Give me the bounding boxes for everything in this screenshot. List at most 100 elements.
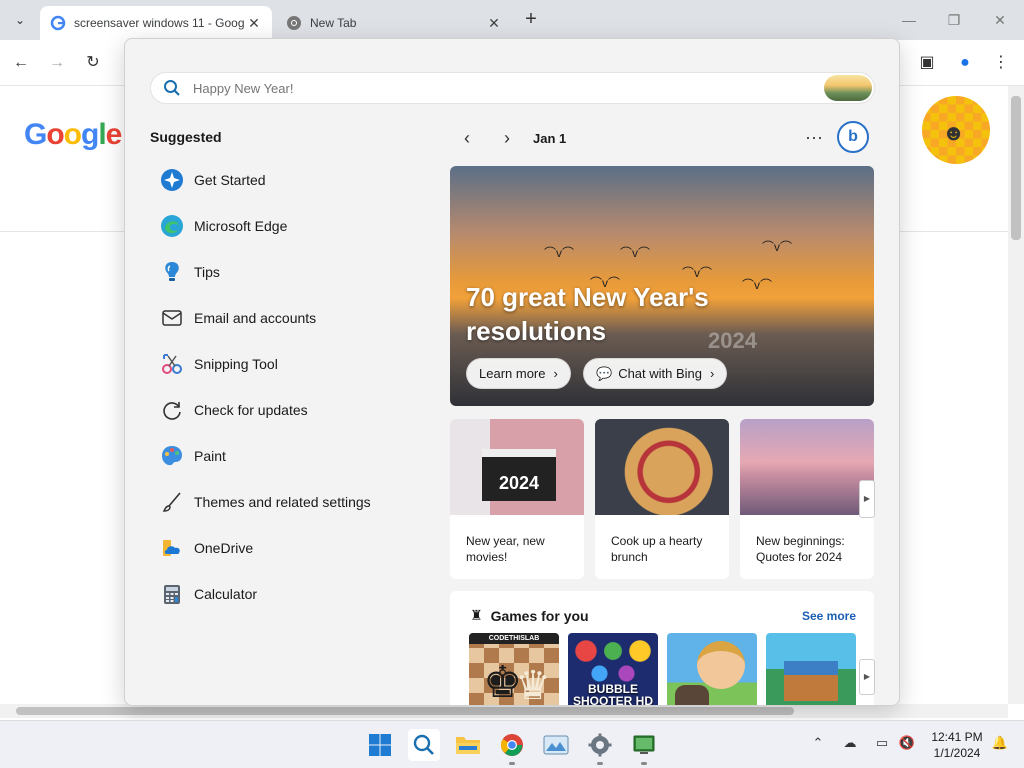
more-menu-icon[interactable]: ⋮ bbox=[988, 50, 1014, 76]
chess-queen-icon: ♛ bbox=[515, 664, 551, 706]
back-arrow-icon[interactable]: ← bbox=[8, 50, 34, 76]
chess-piece-icon: ♜ bbox=[470, 607, 483, 623]
suggested-item-updates[interactable]: Check for updates bbox=[150, 387, 430, 433]
vertical-scroll-thumb[interactable] bbox=[1011, 96, 1021, 240]
notification-bell-icon[interactable]: 🔔 bbox=[990, 735, 1010, 755]
tab-screensaver[interactable]: screensaver windows 11 - Goog ✕ bbox=[40, 6, 272, 40]
chevron-right-icon[interactable]: › bbox=[495, 128, 519, 149]
reload-icon[interactable]: ↻ bbox=[80, 50, 106, 76]
network-icon[interactable]: ▭ bbox=[872, 735, 892, 755]
page-divider bbox=[900, 231, 1008, 232]
suggested-item-calculator[interactable]: Calculator bbox=[150, 571, 430, 617]
suggested-item-email[interactable]: Email and accounts bbox=[150, 295, 430, 341]
chevron-left-icon[interactable]: ‹ bbox=[455, 128, 479, 149]
close-tab-icon[interactable]: ✕ bbox=[246, 15, 262, 32]
clock-date: 1/1/2024 bbox=[933, 746, 981, 760]
hero-highlight-card[interactable]: ⌒v⌒ ⌒v⌒ ⌒v⌒ ⌒v⌒ ⌒v⌒ ⌒v⌒ 2024 70 great Ne… bbox=[450, 166, 874, 406]
games-scroll-right-icon[interactable]: ▶ bbox=[859, 659, 875, 695]
suggested-item-onedrive[interactable]: OneDrive bbox=[150, 525, 430, 571]
search-input[interactable] bbox=[193, 80, 824, 96]
hero-title: 70 great New Year's resolutions bbox=[466, 282, 709, 346]
card-brunch[interactable]: Cook up a hearty brunch bbox=[595, 419, 729, 579]
card-caption: New year, new movies! bbox=[466, 534, 545, 564]
card-quotes[interactable]: New beginnings: Quotes for 2024 bbox=[740, 419, 874, 579]
mail-icon bbox=[160, 306, 184, 330]
forward-arrow-icon[interactable]: → bbox=[44, 50, 70, 76]
games-heading: ♜ Games for you bbox=[470, 607, 589, 624]
bing-chat-icon[interactable]: b bbox=[837, 121, 869, 153]
restore-icon[interactable]: ❐ bbox=[940, 8, 968, 32]
browser-tabstrip: ⌄ screensaver windows 11 - Goog ✕ New Ta… bbox=[0, 0, 1024, 40]
start-windows-icon[interactable] bbox=[364, 729, 396, 761]
taskbar-search-icon[interactable] bbox=[408, 729, 440, 761]
house-icon bbox=[784, 661, 838, 701]
brush-icon bbox=[160, 490, 184, 514]
suggested-item-paint[interactable]: Paint bbox=[150, 433, 430, 479]
bird-icon: ⌒v⌒ bbox=[762, 240, 793, 254]
minimize-icon[interactable]: — bbox=[895, 8, 923, 32]
new-tab-plus-icon[interactable]: + bbox=[519, 8, 543, 32]
chevron-right-icon: › bbox=[710, 366, 715, 381]
highlights-date: Jan 1 bbox=[533, 130, 567, 146]
search-box[interactable] bbox=[150, 72, 875, 104]
suggested-item-tips[interactable]: Tips bbox=[150, 249, 430, 295]
horizontal-scroll-thumb[interactable] bbox=[16, 707, 794, 715]
onedrive-offline-icon[interactable]: ☁ bbox=[840, 735, 860, 755]
google-favicon-icon bbox=[50, 15, 66, 31]
volume-muted-icon[interactable]: 🔇 bbox=[897, 735, 917, 755]
see-more-link[interactable]: See more bbox=[802, 609, 856, 623]
tab-title: screensaver windows 11 - Goog bbox=[74, 16, 245, 30]
game-tile-chess[interactable]: CODETHISLAB ♚ ♛ bbox=[469, 633, 559, 706]
side-panel-icon[interactable]: ▣ bbox=[914, 50, 940, 76]
suggested-item-label: Paint bbox=[194, 448, 226, 464]
tab-new-tab[interactable]: New Tab ✕ bbox=[276, 6, 512, 40]
chat-bubble-icon: 💬 bbox=[596, 365, 613, 381]
settings-gear-icon[interactable] bbox=[584, 729, 616, 761]
suggested-item-get-started[interactable]: Get Started bbox=[150, 157, 430, 203]
edge-icon bbox=[160, 214, 184, 238]
suggested-item-label: Check for updates bbox=[194, 402, 308, 418]
page-divider bbox=[0, 231, 124, 232]
chat-with-bing-button[interactable]: 💬 Chat with Bing › bbox=[583, 358, 728, 389]
suggested-item-snipping-tool[interactable]: Snipping Tool bbox=[150, 341, 430, 387]
bird-icon: ⌒v⌒ bbox=[544, 246, 575, 260]
game-tile-farm[interactable] bbox=[667, 633, 757, 705]
farmer-character-icon bbox=[697, 641, 745, 689]
taskbar-clock[interactable]: 12:41 PM 1/1/2024 bbox=[922, 729, 992, 761]
card-caption: Cook up a hearty brunch bbox=[611, 534, 703, 564]
running-indicator bbox=[597, 762, 603, 765]
suggested-item-themes[interactable]: Themes and related settings bbox=[150, 479, 430, 525]
card-image bbox=[740, 419, 874, 515]
highlight-cards: 2024 New year, new movies! Cook up a hea… bbox=[450, 419, 874, 579]
windows-taskbar: ⌃ ☁ ▭ 🔇 12:41 PM 1/1/2024 🔔 bbox=[0, 720, 1024, 768]
card-new-movies[interactable]: 2024 New year, new movies! bbox=[450, 419, 584, 579]
smiley-icon: ☻ bbox=[942, 120, 966, 145]
windows-search-flyout: Suggested Get Started Microsoft Edge Tip… bbox=[124, 38, 900, 706]
more-options-icon[interactable]: ··· bbox=[805, 127, 823, 148]
card-image: 2024 bbox=[450, 419, 584, 515]
close-window-icon[interactable]: ✕ bbox=[986, 8, 1014, 32]
paint-icon bbox=[160, 444, 184, 468]
chevron-up-icon[interactable]: ⌃ bbox=[808, 735, 828, 755]
screensaver-app-icon[interactable] bbox=[628, 729, 660, 761]
close-tab-icon[interactable]: ✕ bbox=[486, 15, 502, 32]
learn-more-button[interactable]: Learn more › bbox=[466, 358, 571, 389]
photos-icon[interactable] bbox=[540, 729, 572, 761]
google-doodle-logo[interactable]: Google bbox=[24, 118, 122, 152]
tab-search-chevron-icon[interactable]: ⌄ bbox=[8, 8, 32, 32]
refresh-icon bbox=[160, 398, 184, 422]
suggested-item-label: Themes and related settings bbox=[194, 494, 371, 510]
bird-icon: ⌒v⌒ bbox=[682, 266, 713, 280]
search-highlight-image[interactable] bbox=[824, 75, 872, 101]
file-explorer-icon[interactable] bbox=[452, 729, 484, 761]
suggested-item-edge[interactable]: Microsoft Edge bbox=[150, 203, 430, 249]
chrome-icon[interactable] bbox=[496, 729, 528, 761]
card-image bbox=[595, 419, 729, 515]
profile-avatar-icon[interactable]: ● bbox=[952, 50, 978, 76]
games-section: ♜ Games for you See more CODETHISLAB ♚ ♛… bbox=[450, 591, 874, 706]
cards-scroll-right-icon[interactable]: ▶ bbox=[859, 480, 875, 518]
calculator-icon bbox=[160, 582, 184, 606]
card-caption: New beginnings: Quotes for 2024 bbox=[756, 534, 845, 564]
game-tile-house[interactable] bbox=[766, 633, 856, 705]
game-tile-bubble-shooter[interactable]: BUBBLE SHOOTER HD bbox=[568, 633, 658, 705]
